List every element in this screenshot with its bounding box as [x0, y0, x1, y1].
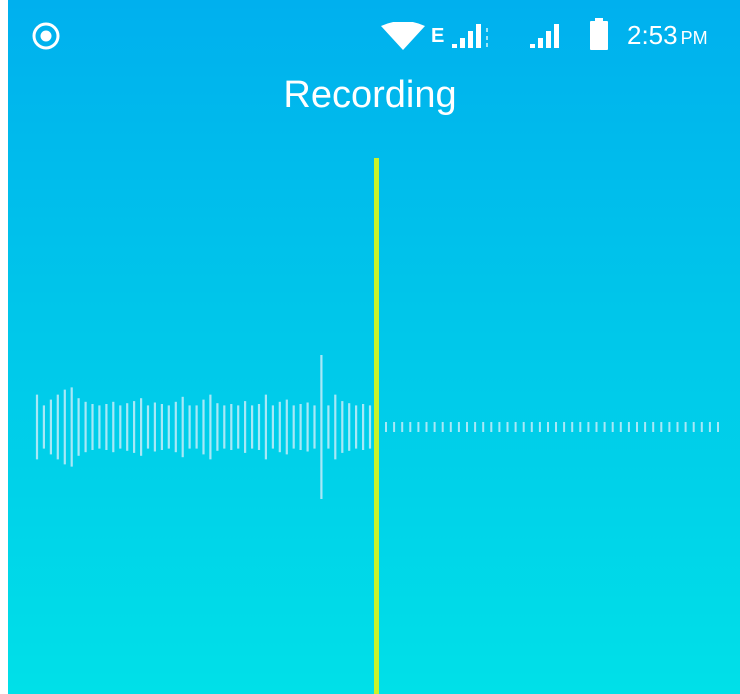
playhead[interactable]	[374, 158, 379, 694]
wifi-icon	[381, 21, 425, 55]
status-bar: E 2:53 PM	[0, 0, 740, 72]
signal-icon	[452, 22, 494, 55]
clock-ampm: PM	[680, 28, 708, 48]
record-indicator-icon	[31, 21, 61, 56]
clock: 2:53 PM	[627, 20, 708, 51]
recorder-screen: E 2:53 PM Recording	[0, 0, 740, 694]
signal-icon	[530, 22, 566, 55]
waveform	[35, 355, 719, 499]
network-type-label: E	[431, 25, 445, 47]
clock-time: 2:53	[627, 20, 678, 50]
battery-icon	[589, 18, 609, 55]
page-title: Recording	[283, 74, 457, 116]
